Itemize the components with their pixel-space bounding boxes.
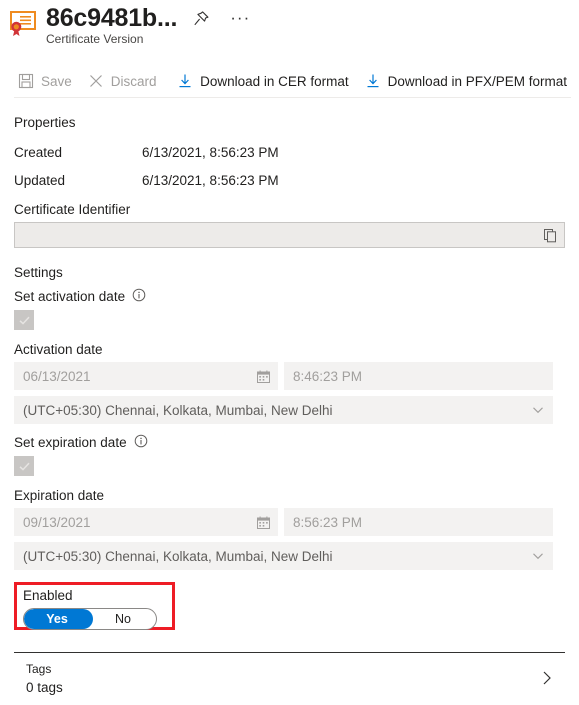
save-label: Save (41, 73, 72, 89)
set-activation-date-row: Set activation date (14, 288, 565, 305)
expiration-time-input[interactable]: 8:56:23 PM (284, 508, 553, 536)
properties-section-title: Properties (14, 115, 76, 130)
activation-time-input[interactable]: 8:46:23 PM (284, 362, 553, 390)
expiration-date-row: 09/13/2021 8:56:23 PM (14, 508, 565, 536)
enabled-toggle-no[interactable]: No (90, 609, 156, 629)
expiration-date-input[interactable]: 09/13/2021 (14, 508, 278, 536)
pin-icon[interactable] (189, 8, 214, 29)
created-row: Created 6/13/2021, 8:56:23 PM (14, 138, 565, 166)
updated-label: Updated (14, 172, 66, 188)
save-icon (18, 73, 34, 89)
set-expiration-date-checkbox[interactable] (14, 456, 34, 476)
activation-date-input[interactable]: 06/13/2021 (14, 362, 278, 390)
title-row: 86c9481b... ··· (46, 2, 254, 34)
blade-header: 86c9481b... ··· Certificate Version (0, 0, 579, 58)
certificate-identifier-label: Certificate Identifier (14, 202, 131, 217)
activation-date-label: Activation date (14, 342, 103, 357)
discard-button[interactable]: Discard (84, 68, 169, 94)
updated-row: Updated 6/13/2021, 8:56:23 PM (14, 166, 565, 194)
expiration-time-value: 8:56:23 PM (293, 514, 363, 530)
calendar-icon[interactable] (254, 513, 272, 531)
set-expiration-date-row: Set expiration date (14, 434, 565, 451)
expiration-date-value: 09/13/2021 (23, 514, 91, 530)
blade-subtitle: Certificate Version (46, 32, 144, 46)
download-pfx-label: Download in PFX/PEM format (387, 73, 567, 89)
copy-icon[interactable] (538, 224, 562, 246)
chevron-down-icon (531, 549, 545, 563)
blade-body: Properties Created 6/13/2021, 8:56:23 PM… (0, 112, 579, 705)
info-icon[interactable] (134, 434, 148, 451)
download-cer-label: Download in CER format (200, 73, 349, 89)
ellipsis-icon[interactable]: ··· (226, 8, 254, 27)
toolbar-divider (14, 97, 571, 98)
certificate-version-blade: 86c9481b... ··· Certificate Version Save… (0, 0, 579, 705)
settings-section-title: Settings (14, 265, 63, 280)
tags-count: 0 tags (26, 680, 63, 695)
download-pfx-button[interactable]: Download in PFX/PEM format (361, 68, 579, 94)
download-icon (365, 73, 381, 89)
expiration-date-label: Expiration date (14, 488, 105, 503)
activation-time-value: 8:46:23 PM (293, 368, 363, 384)
enabled-highlight-box: Enabled Yes No (14, 582, 175, 630)
tags-row[interactable]: Tags 0 tags (14, 653, 565, 705)
download-cer-button[interactable]: Download in CER format (173, 68, 361, 94)
certificate-icon (8, 10, 38, 38)
chevron-right-icon (539, 670, 555, 686)
created-label: Created (14, 144, 63, 160)
updated-value: 6/13/2021, 8:56:23 PM (142, 172, 279, 188)
download-icon (177, 73, 193, 89)
enabled-label: Enabled (23, 588, 73, 603)
chevron-down-icon (531, 403, 545, 417)
page-title: 86c9481b... (46, 4, 178, 32)
expiration-timezone-select[interactable]: (UTC+05:30) Chennai, Kolkata, Mumbai, Ne… (14, 542, 553, 570)
tags-title: Tags (26, 662, 52, 676)
certificate-identifier-field[interactable] (14, 222, 565, 248)
expiration-timezone-value: (UTC+05:30) Chennai, Kolkata, Mumbai, Ne… (23, 548, 333, 564)
info-icon[interactable] (132, 288, 146, 305)
activation-timezone-value: (UTC+05:30) Chennai, Kolkata, Mumbai, Ne… (23, 402, 333, 418)
set-activation-date-label: Set activation date (14, 289, 126, 304)
calendar-icon[interactable] (254, 367, 272, 385)
ellipsis-label: ··· (230, 8, 251, 27)
discard-label: Discard (110, 73, 157, 89)
tags-section: Tags 0 tags (14, 652, 565, 705)
save-button[interactable]: Save (14, 68, 84, 94)
command-bar: Save Discard Download in CER format Down… (0, 64, 579, 98)
activation-timezone-select[interactable]: (UTC+05:30) Chennai, Kolkata, Mumbai, Ne… (14, 396, 553, 424)
activation-date-row: 06/13/2021 8:46:23 PM (14, 362, 565, 390)
set-activation-date-checkbox[interactable] (14, 310, 34, 330)
set-expiration-date-label: Set expiration date (14, 435, 127, 450)
close-icon (88, 73, 104, 89)
enabled-toggle[interactable]: Yes No (23, 608, 157, 630)
enabled-toggle-yes[interactable]: Yes (24, 609, 90, 629)
activation-date-value: 06/13/2021 (23, 368, 91, 384)
created-value: 6/13/2021, 8:56:23 PM (142, 144, 279, 160)
